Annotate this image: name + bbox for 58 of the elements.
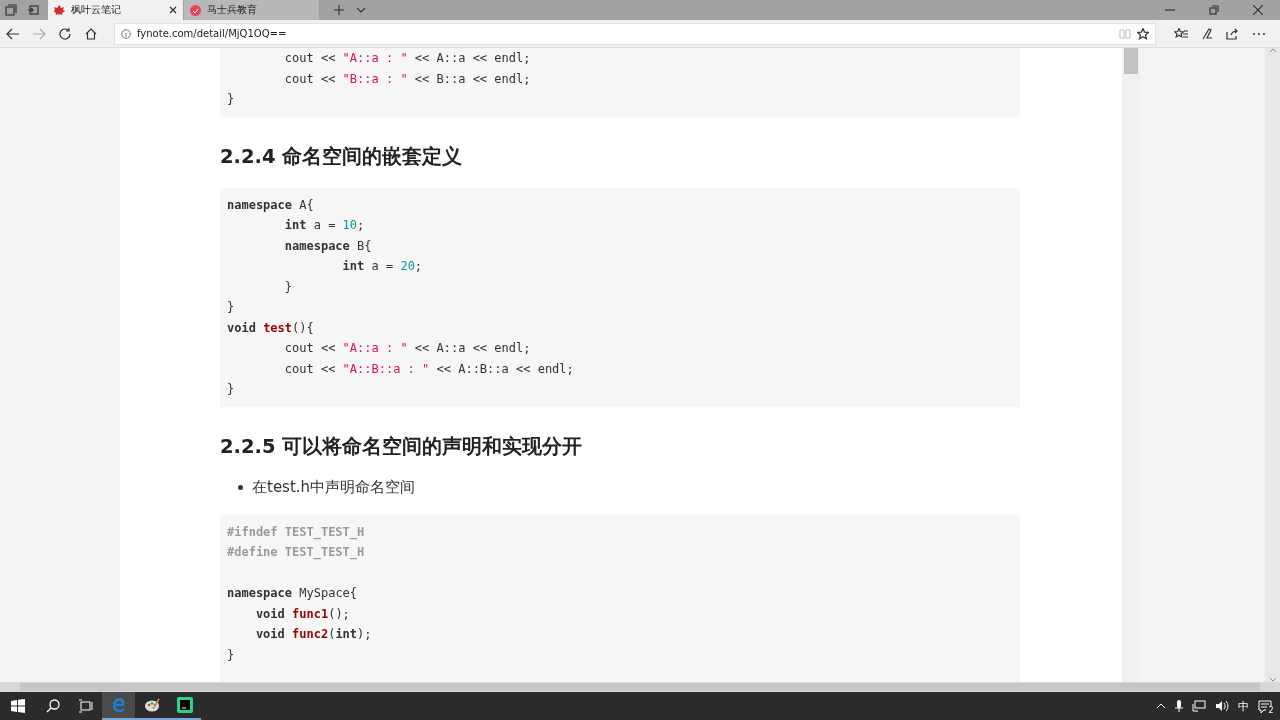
section-heading: 2.2.5 可以将命名空间的声明和实现分开 (220, 433, 584, 460)
code-line: void test(){ (227, 320, 314, 335)
input-method-indicator[interactable]: 中 (1238, 698, 1249, 714)
code-line: cout << "A::B::a : " << A::B::a << endl; (283, 361, 574, 376)
code-line: namespace B{ (283, 238, 372, 253)
code-line: cout << "B::a : " << B::a << endl; (283, 71, 531, 86)
more-icon[interactable] (1252, 31, 1266, 36)
search-icon[interactable] (45, 699, 60, 713)
pen-icon[interactable] (1201, 27, 1213, 40)
code-line: } (227, 382, 235, 396)
code-line: } (227, 300, 235, 314)
code-line: int a = 10; (283, 218, 365, 232)
bullet-icon (238, 484, 243, 490)
address-field[interactable]: fynote.com/detail/MjQ1OQ== (114, 22, 1156, 45)
code-line: } (227, 92, 235, 106)
task-view-icon[interactable] (78, 699, 93, 713)
maple-leaf-icon (54, 4, 65, 16)
set-aside-tabs-icon[interactable] (27, 4, 39, 16)
close-icon[interactable] (1253, 5, 1263, 15)
code-line: } (283, 279, 293, 294)
refresh-icon[interactable] (59, 27, 71, 40)
code-line: cout << "A::a : " << A::a << endl; (283, 51, 531, 65)
code-line: } (227, 647, 235, 662)
microphone-icon[interactable] (1175, 700, 1183, 712)
code-line: #ifndef TEST_TEST_H (227, 524, 365, 539)
network-icon[interactable] (1192, 700, 1206, 712)
tab-sets-icon[interactable] (5, 4, 17, 16)
code-line: namespace A{ (227, 197, 314, 212)
browser-tab[interactable]: 马士兵教育 (184, 0, 319, 20)
browser-tab[interactable]: 枫叶云笔记 (48, 0, 183, 20)
horizontal-scrollbar[interactable] (20, 683, 1260, 691)
code-line: namespace MySpace{ (227, 586, 358, 600)
chevron-down-icon[interactable] (356, 7, 366, 13)
restore-icon[interactable] (1209, 5, 1219, 15)
ide-app-icon[interactable] (176, 697, 193, 713)
code-line: #define TEST_TEST_H (227, 545, 365, 559)
show-hidden-icons-icon[interactable] (1156, 703, 1166, 709)
volume-icon[interactable] (1215, 700, 1229, 712)
list-item-text: 在test.h中声明命名空间 (252, 477, 416, 497)
home-icon[interactable] (85, 27, 97, 40)
scroll-down-icon[interactable] (1268, 677, 1277, 682)
code-line: void func2(int); (254, 627, 372, 641)
code-line: void func1(); (254, 606, 350, 621)
back-icon[interactable] (6, 27, 20, 40)
close-icon[interactable] (169, 6, 177, 14)
paint-palette-icon[interactable] (143, 698, 160, 712)
scrollbar-thumb[interactable] (1124, 48, 1138, 74)
favorites-list-icon[interactable] (1174, 27, 1188, 40)
share-icon[interactable] (1226, 27, 1239, 40)
site-logo-icon (190, 4, 201, 16)
windows-start-icon[interactable] (11, 699, 25, 713)
code-line: int a = 20; (341, 259, 423, 273)
info-icon[interactable] (121, 28, 131, 39)
favorite-star-icon[interactable] (1137, 27, 1149, 40)
section-heading: 2.2.4 命名空间的嵌套定义 (220, 143, 464, 170)
new-tab-icon[interactable] (334, 5, 344, 15)
code-line: cout << "A::a : " << A::a << endl; (283, 341, 531, 355)
scroll-up-icon[interactable] (1268, 48, 1277, 53)
